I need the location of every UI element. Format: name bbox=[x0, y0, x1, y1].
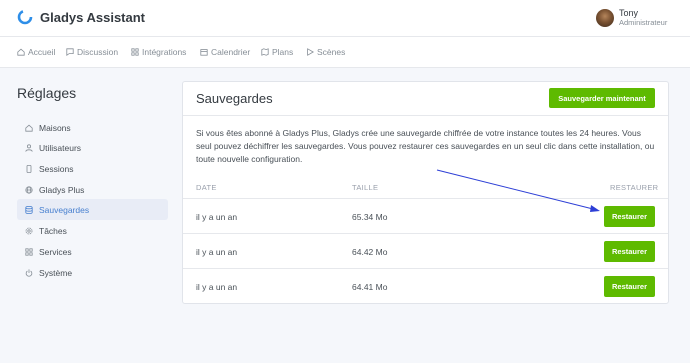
home-icon bbox=[17, 48, 25, 56]
sidebar-item-label: Sessions bbox=[39, 163, 74, 174]
table-row: il y a un an 64.42 Mo Restaurer bbox=[183, 233, 668, 268]
backups-card: Sauvegardes Sauvegarder maintenant Si vo… bbox=[182, 81, 669, 304]
column-header-size: TAILLE bbox=[352, 183, 379, 192]
nav-item-plans[interactable]: Plans bbox=[261, 47, 293, 57]
database-icon bbox=[25, 205, 33, 214]
nav-item-scenes[interactable]: Scènes bbox=[306, 47, 345, 57]
sidebar-item-backups[interactable]: Sauvegardes bbox=[17, 199, 168, 220]
card-header: Sauvegardes Sauvegarder maintenant bbox=[183, 82, 668, 116]
sidebar-item-label: Utilisateurs bbox=[39, 142, 82, 153]
message-icon bbox=[66, 48, 74, 56]
play-icon bbox=[307, 48, 314, 56]
column-header-date: DATE bbox=[196, 183, 217, 192]
nav-label: Calendrier bbox=[211, 47, 251, 57]
home-icon bbox=[25, 124, 33, 132]
table-row: il y a un an 64.41 Mo Restaurer bbox=[183, 268, 668, 303]
gladys-logo-icon bbox=[17, 9, 33, 25]
sidebar-item-system[interactable]: Système bbox=[17, 262, 168, 283]
calendar-icon bbox=[200, 49, 208, 56]
sidebar-item-sessions[interactable]: Sessions bbox=[17, 158, 168, 179]
column-header-restore: RESTAURER bbox=[610, 183, 659, 192]
sidebar-item-label: Maisons bbox=[39, 122, 71, 133]
card-title: Sauvegardes bbox=[196, 91, 273, 106]
backup-date: il y a un an bbox=[196, 212, 238, 222]
settings-icon bbox=[25, 227, 33, 234]
sidebar-item-services[interactable]: Services bbox=[17, 241, 168, 262]
grid-icon bbox=[131, 48, 139, 56]
user-name: Tony bbox=[619, 8, 639, 18]
restore-button[interactable]: Restaurer bbox=[604, 241, 655, 262]
nav-item-home[interactable]: Accueil bbox=[17, 47, 55, 57]
map-icon bbox=[261, 48, 269, 56]
nav-item-calendar[interactable]: Calendrier bbox=[200, 47, 250, 57]
restore-button[interactable]: Restaurer bbox=[604, 206, 655, 227]
globe-icon bbox=[25, 185, 33, 194]
backup-date: il y a un an bbox=[196, 247, 238, 257]
sidebar-item-gladys-plus[interactable]: Gladys Plus bbox=[17, 179, 168, 200]
smartphone-icon bbox=[26, 164, 32, 173]
sidebar-item-label: Sauvegardes bbox=[39, 204, 90, 215]
nav-label: Accueil bbox=[28, 47, 56, 57]
nav-item-integrations[interactable]: Intégrations bbox=[131, 47, 186, 57]
sidebar-item-label: Système bbox=[39, 267, 73, 278]
sidebar-item-houses[interactable]: Maisons bbox=[17, 117, 168, 138]
sidebar-item-label: Gladys Plus bbox=[39, 184, 85, 195]
nav-label: Plans bbox=[272, 47, 294, 57]
restore-button[interactable]: Restaurer bbox=[604, 276, 655, 297]
page-title: Réglages bbox=[17, 85, 77, 101]
backup-size: 65.34 Mo bbox=[352, 212, 388, 222]
avatar bbox=[596, 9, 614, 27]
top-bar: Gladys Assistant Tony Administrateur bbox=[0, 0, 690, 37]
backup-size: 64.42 Mo bbox=[352, 247, 388, 257]
backups-description: Si vous êtes abonné à Gladys Plus, Glady… bbox=[196, 128, 655, 164]
save-now-button[interactable]: Sauvegarder maintenant bbox=[549, 88, 655, 108]
brand[interactable]: Gladys Assistant bbox=[17, 9, 145, 25]
sidebar-item-label: Services bbox=[39, 246, 72, 257]
app-name: Gladys Assistant bbox=[40, 9, 146, 25]
sidebar-item-users[interactable]: Utilisateurs bbox=[17, 137, 168, 158]
services-icon bbox=[25, 247, 33, 256]
sidebar-item-tasks[interactable]: Tâches bbox=[17, 220, 168, 241]
nav-label: Intégrations bbox=[142, 47, 187, 57]
nav-item-discussion[interactable]: Discussion bbox=[66, 47, 118, 57]
user-menu[interactable]: Tony Administrateur bbox=[596, 8, 667, 28]
user-role: Administrateur bbox=[619, 18, 668, 27]
backup-date: il y a un an bbox=[196, 282, 238, 292]
backup-size: 64.41 Mo bbox=[352, 282, 388, 292]
table-row: il y a un an 65.34 Mo Restaurer bbox=[183, 198, 668, 233]
nav-label: Scènes bbox=[317, 47, 346, 57]
power-icon bbox=[25, 268, 33, 277]
nav-label: Discussion bbox=[77, 47, 119, 57]
user-icon bbox=[25, 143, 33, 152]
main-nav: Accueil Discussion Intégrations Calendri… bbox=[0, 37, 690, 68]
sidebar-item-label: Tâches bbox=[39, 225, 67, 236]
